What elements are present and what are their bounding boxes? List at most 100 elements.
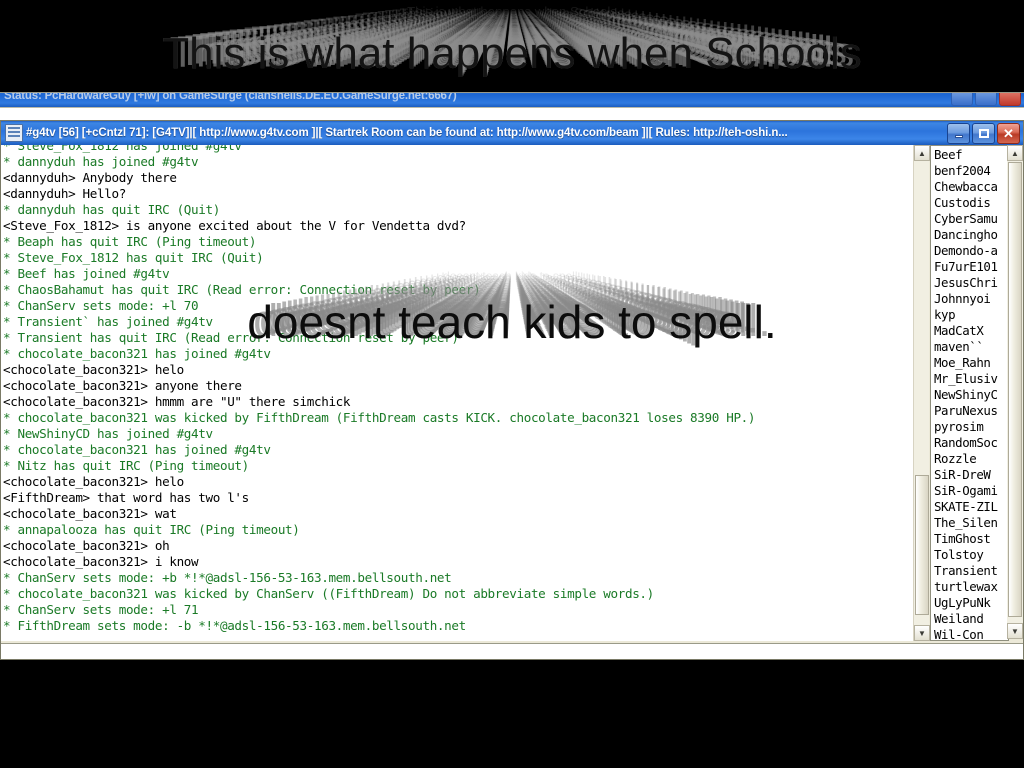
nickname-list-scrollbar[interactable]: ▲ ▼ [1007,145,1023,639]
close-button[interactable]: ✕ [997,122,1020,144]
nickname-list-item[interactable]: maven`` [931,339,1008,355]
channel-window-controls[interactable]: ✕ [947,122,1021,144]
nickname-list-item[interactable]: Fu7urE101 [931,259,1008,275]
nickname-list-item[interactable]: MadCatX [931,323,1008,339]
chat-scroll-thumb[interactable] [915,475,929,615]
nickname-list-item[interactable]: Mr_Elusiv [931,371,1008,387]
chat-log-line: * NewShinyCD has joined #g4tv [3,426,213,441]
nickname-list-item[interactable]: Johnnyoi [931,291,1008,307]
chat-log-line: * ChaosBahamut has quit IRC (Read error:… [3,282,481,297]
caption-ghost-layer: This is what happens when Schools [214,23,810,66]
chat-log-line: <chocolate_bacon321> i know [3,554,199,569]
channel-window-title: #g4tv [56] [+cCntzl 71]: [G4TV]|[ http:/… [26,127,788,139]
caption-ghost-layer: This is what happens when Schools [184,26,840,73]
chat-log-line: * chocolate_bacon321 was kicked by ChanS… [3,586,654,601]
background-window-controls[interactable] [951,93,1021,106]
chat-log-line: * Steve_Fox_1812 has joined #g4tv [3,145,242,153]
chat-log-line: * ChanServ sets mode: +l 71 [3,602,199,617]
chat-log-line: * ChanServ sets mode: +l 70 [3,298,199,313]
background-status-window[interactable]: Status: PcHardwareGuy [+iw] on GameSurge… [0,92,1024,123]
caption-ghost-layer: This is what happens when Schools [266,18,758,54]
caption-ghost-layer: This is what happens when Schools [399,5,625,22]
caption-ghost-layer: This is what happens when Schools [206,24,818,68]
chat-log-line: * Beaph has quit IRC (Ping timeout) [3,234,257,249]
nickname-list-item[interactable]: kyp [931,307,1008,323]
nickname-list-item[interactable]: CyberSamu [931,211,1008,227]
caption-ghost-layer: This is what happens when Schools [303,14,721,45]
chat-log-line: <chocolate_bacon321> helo [3,362,184,377]
nickname-list-item[interactable]: UgLyPuNk [931,595,1008,611]
background-minimize-button[interactable] [951,93,973,106]
nicklist-scroll-thumb[interactable] [1008,162,1022,617]
nickname-list-pane[interactable]: Beef benf2004 Chewbacca Custodis CyberSamu Da… [930,145,1009,641]
chat-log-line: * Transient has quit IRC (Read error: Co… [3,330,459,345]
caption-ghost-layer: This is what happens when Schools [295,15,729,46]
caption-ghost-layer: This is what happens when Schools [221,23,803,64]
top-caption-overlay: This is what happens when Schools This is… [0,0,1024,96]
caption-ghost-layer: This is what happens when Schools [362,8,662,30]
nickname-list-item[interactable]: Beef [931,147,1008,163]
chat-log-line: <chocolate_bacon321> anyone there [3,378,242,393]
nickname-list-item[interactable]: NewShinyC [931,387,1008,403]
chat-log-line: * dannyduh has quit IRC (Quit) [3,202,220,217]
maximize-button[interactable] [972,122,995,144]
nickname-list-item[interactable]: pyrosim [931,419,1008,435]
nickname-list-item[interactable]: Wil-Con [931,627,1008,640]
chat-log-line: <Steve_Fox_1812> is anyone excited about… [3,218,466,233]
caption-ghost-layer: This is what happens when Schools [310,14,714,43]
chat-log-line: * Transient` has joined #g4tv [3,314,213,329]
screenshot-stage: This is what happens when Schools This is… [0,0,1024,768]
nickname-list-item[interactable]: Weiland [931,611,1008,627]
chat-scroll-up-icon[interactable]: ▲ [914,145,930,161]
chat-log-line: <dannyduh> Anybody there [3,170,177,185]
channel-titlebar[interactable]: #g4tv [56] [+cCntzl 71]: [G4TV]|[ http:/… [1,121,1023,145]
nicklist-scroll-down-icon[interactable]: ▼ [1007,623,1023,639]
chat-log-line: * annapalooza has quit IRC (Ping timeout… [3,522,300,537]
nickname-list-item[interactable]: The_Silen [931,515,1008,531]
nickname-list-item[interactable]: SiR-Ogami [931,483,1008,499]
nickname-list-item[interactable]: RandomSoc [931,435,1008,451]
nickname-list-item[interactable]: JesusChri [931,275,1008,291]
caption-ghost-layer: This is what happens when Schools [288,16,736,48]
chat-log-pane[interactable]: * Steve_Fox_1812 has joined #g4tv * danny… [1,145,914,641]
background-window-titlebar[interactable]: Status: PcHardwareGuy [+iw] on GameSurge… [0,93,1024,107]
chat-log-line: * dannyduh has joined #g4tv [3,154,199,169]
nickname-list-item[interactable]: Tolstoy [931,547,1008,563]
nickname-list-item[interactable]: SKATE-ZIL [931,499,1008,515]
minimize-icon [948,124,969,143]
background-close-button[interactable] [999,93,1021,106]
nickname-list-item[interactable]: turtlewax [931,579,1008,595]
message-input[interactable] [1,643,1023,659]
caption-ghost-layer: This is what happens when Schools [384,6,640,25]
nickname-list-item[interactable]: Custodis [931,195,1008,211]
nickname-list-item[interactable]: benf2004 [931,163,1008,179]
chat-log-line: <chocolate_bacon321> helo [3,474,184,489]
chat-log-scrollbar[interactable]: ▲ ▼ [913,145,930,641]
background-maximize-button[interactable] [975,93,997,106]
caption-ghost-layer: This is what happens when Schools [355,9,669,32]
channel-body: * Steve_Fox_1812 has joined #g4tv * danny… [1,145,1023,659]
nickname-list-item[interactable]: SiR-DreW [931,467,1008,483]
nickname-list-item[interactable]: ParuNexus [931,403,1008,419]
channel-window-icon [5,124,23,142]
nicklist-scroll-up-icon[interactable]: ▲ [1007,145,1023,161]
caption-ghost-layer: This is what happens when Schools [177,27,847,75]
nickname-list-item[interactable]: Moe_Rahn [931,355,1008,371]
channel-window[interactable]: #g4tv [56] [+cCntzl 71]: [G4TV]|[ http:/… [0,120,1024,660]
chat-scroll-down-icon[interactable]: ▼ [914,625,930,641]
nickname-list-item[interactable]: Dancingho [931,227,1008,243]
nickname-list-item[interactable]: Demondo-a [931,243,1008,259]
nickname-list: Beef benf2004 Chewbacca Custodis CyberSamu Da… [931,147,1008,640]
chat-log-line: * chocolate_bacon321 has joined #g4tv [3,442,271,457]
close-icon: ✕ [1003,125,1014,141]
chat-log-line: * FifthDream sets mode: -b *!*@adsl-156-… [3,618,466,633]
minimize-button[interactable] [947,122,970,144]
caption-ghost-layer: This is what happens when Schools [199,25,825,70]
nickname-list-item[interactable]: TimGhost [931,531,1008,547]
chat-log-lines: * Steve_Fox_1812 has joined #g4tv * danny… [1,145,913,634]
nickname-list-item[interactable]: Rozzle [931,451,1008,467]
chat-log-line: * Beef has joined #g4tv [3,266,170,281]
nickname-list-item[interactable]: Transient [931,563,1008,579]
chat-log-line: <FifthDream> that word has two l's [3,490,249,505]
nickname-list-item[interactable]: Chewbacca [931,179,1008,195]
